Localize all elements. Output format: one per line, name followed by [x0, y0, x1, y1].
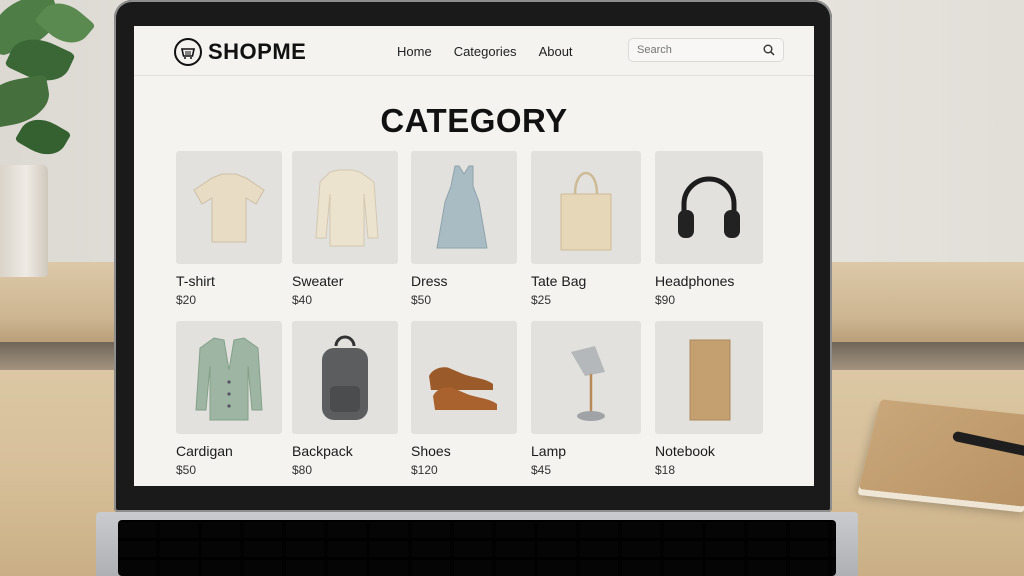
sweater-icon	[315, 169, 379, 246]
product-card[interactable]: Notebook $18	[655, 321, 763, 477]
shop-webpage: SHOPME Home Categories About CATEGORY T-…	[134, 26, 814, 486]
product-name[interactable]: Cardigan	[176, 443, 282, 459]
product-price: $50	[176, 463, 197, 477]
product-name[interactable]: Lamp	[531, 443, 641, 459]
product-price: $20	[176, 293, 197, 307]
product-image[interactable]	[176, 151, 282, 264]
product-name[interactable]: Headphones	[655, 273, 763, 289]
search-input[interactable]	[637, 44, 757, 56]
nav-home[interactable]: Home	[397, 44, 432, 59]
brand-name: SHOPME	[208, 39, 307, 64]
product-price: $50	[411, 293, 432, 307]
product-name[interactable]: Shoes	[411, 443, 517, 459]
tshirt-icon	[193, 173, 265, 242]
search-box[interactable]	[628, 38, 784, 62]
product-price: $18	[655, 463, 676, 477]
plant-pot	[0, 165, 48, 277]
shoes-icon	[429, 366, 497, 410]
product-price: $90	[655, 293, 676, 307]
product-card[interactable]: Shoes $120	[411, 321, 517, 477]
notebook-icon	[689, 339, 731, 420]
product-image[interactable]	[292, 151, 398, 264]
nav-categories[interactable]: Categories	[454, 44, 517, 59]
product-image[interactable]	[411, 151, 517, 264]
product-name[interactable]: Sweater	[292, 273, 398, 289]
laptop-keyboard	[118, 520, 836, 576]
product-price: $45	[531, 463, 552, 477]
product-image[interactable]	[655, 151, 763, 264]
product-card[interactable]: Cardigan $50	[176, 321, 282, 477]
nav-about[interactable]: About	[539, 44, 573, 59]
desk-notebook	[858, 399, 1024, 507]
nav-links: Home Categories About	[397, 44, 573, 59]
product-image[interactable]	[292, 321, 398, 434]
product-card[interactable]: Dress $50	[411, 151, 517, 307]
lamp-icon	[571, 345, 605, 421]
product-card[interactable]: T-shirt $20	[176, 151, 282, 307]
product-card[interactable]: Sweater $40	[292, 151, 398, 307]
headphones-icon	[678, 176, 740, 238]
product-price: $25	[531, 293, 552, 307]
product-name[interactable]: Tate Bag	[531, 273, 641, 289]
backpack-icon	[322, 335, 368, 420]
cardigan-icon	[195, 336, 263, 420]
product-image[interactable]	[531, 151, 641, 264]
tote-bag-icon	[560, 171, 612, 250]
basket-icon	[174, 38, 202, 66]
product-card[interactable]: Headphones $90	[655, 151, 763, 307]
product-image[interactable]	[655, 321, 763, 434]
laptop-display: SHOPME Home Categories About CATEGORY T-…	[114, 0, 832, 512]
product-card[interactable]: Tate Bag $25	[531, 151, 641, 307]
brand-logo[interactable]: SHOPME	[174, 38, 306, 66]
product-name[interactable]: T-shirt	[176, 273, 282, 289]
search-icon[interactable]	[763, 44, 775, 56]
product-card[interactable]: Backpack $80	[292, 321, 398, 477]
potted-plant	[0, 0, 100, 280]
dress-icon	[436, 165, 488, 248]
product-name[interactable]: Backpack	[292, 443, 398, 459]
product-image[interactable]	[411, 321, 517, 434]
product-name[interactable]: Dress	[411, 273, 517, 289]
product-price: $40	[292, 293, 313, 307]
product-name[interactable]: Notebook	[655, 443, 763, 459]
product-card[interactable]: Lamp $45	[531, 321, 641, 477]
page-title: CATEGORY	[380, 102, 568, 139]
product-price: $80	[292, 463, 313, 477]
product-image[interactable]	[531, 321, 641, 434]
top-navigation: SHOPME Home Categories About	[134, 26, 814, 76]
product-price: $120	[411, 463, 438, 477]
product-image[interactable]	[176, 321, 282, 434]
